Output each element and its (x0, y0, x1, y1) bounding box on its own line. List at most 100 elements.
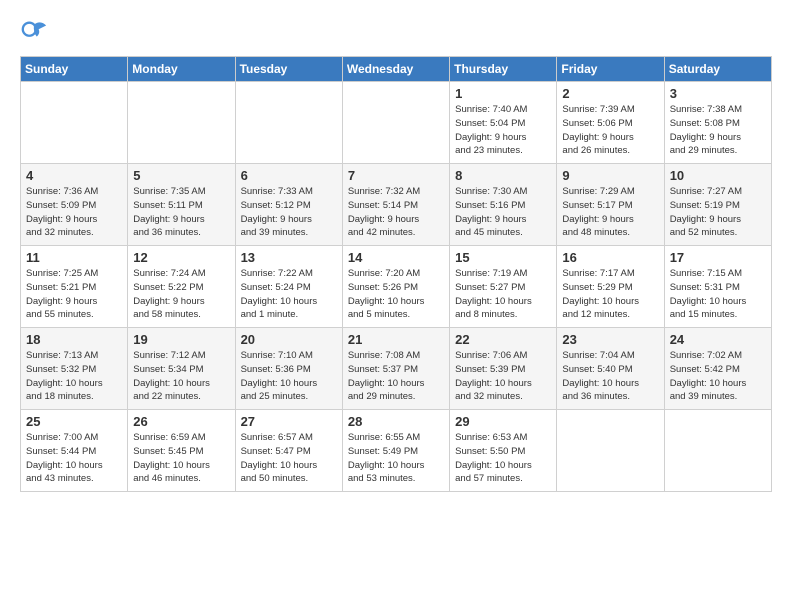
day-number: 20 (241, 332, 337, 347)
day-info: Sunrise: 7:19 AM Sunset: 5:27 PM Dayligh… (455, 267, 551, 322)
calendar-cell: 2 Sunrise: 7:39 AM Sunset: 5:06 PM Daylig… (557, 82, 664, 164)
calendar-table: SundayMondayTuesdayWednesdayThursdayFrid… (20, 56, 772, 492)
header-row: SundayMondayTuesdayWednesdayThursdayFrid… (21, 57, 772, 82)
day-number: 6 (241, 168, 337, 183)
day-number: 23 (562, 332, 658, 347)
day-number: 21 (348, 332, 444, 347)
week-row-5: 25 Sunrise: 7:00 AM Sunset: 5:44 PM Dayli… (21, 410, 772, 492)
day-info: Sunrise: 7:08 AM Sunset: 5:37 PM Dayligh… (348, 349, 444, 404)
day-number: 19 (133, 332, 229, 347)
day-info: Sunrise: 7:25 AM Sunset: 5:21 PM Dayligh… (26, 267, 122, 322)
day-number: 1 (455, 86, 551, 101)
day-number: 27 (241, 414, 337, 429)
calendar-cell: 15 Sunrise: 7:19 AM Sunset: 5:27 PM Dayli… (450, 246, 557, 328)
calendar-cell: 28 Sunrise: 6:55 AM Sunset: 5:49 PM Dayli… (342, 410, 449, 492)
day-number: 25 (26, 414, 122, 429)
day-info: Sunrise: 7:20 AM Sunset: 5:26 PM Dayligh… (348, 267, 444, 322)
day-info: Sunrise: 6:59 AM Sunset: 5:45 PM Dayligh… (133, 431, 229, 486)
day-info: Sunrise: 7:12 AM Sunset: 5:34 PM Dayligh… (133, 349, 229, 404)
day-number: 17 (670, 250, 766, 265)
day-number: 22 (455, 332, 551, 347)
calendar-cell: 22 Sunrise: 7:06 AM Sunset: 5:39 PM Dayli… (450, 328, 557, 410)
day-number: 26 (133, 414, 229, 429)
day-number: 2 (562, 86, 658, 101)
calendar-cell: 26 Sunrise: 6:59 AM Sunset: 5:45 PM Dayli… (128, 410, 235, 492)
calendar-cell: 18 Sunrise: 7:13 AM Sunset: 5:32 PM Dayli… (21, 328, 128, 410)
day-info: Sunrise: 6:55 AM Sunset: 5:49 PM Dayligh… (348, 431, 444, 486)
header-cell-tuesday: Tuesday (235, 57, 342, 82)
day-number: 10 (670, 168, 766, 183)
day-info: Sunrise: 7:30 AM Sunset: 5:16 PM Dayligh… (455, 185, 551, 240)
day-number: 11 (26, 250, 122, 265)
day-info: Sunrise: 6:53 AM Sunset: 5:50 PM Dayligh… (455, 431, 551, 486)
calendar-cell: 11 Sunrise: 7:25 AM Sunset: 5:21 PM Dayli… (21, 246, 128, 328)
day-info: Sunrise: 7:32 AM Sunset: 5:14 PM Dayligh… (348, 185, 444, 240)
day-info: Sunrise: 7:36 AM Sunset: 5:09 PM Dayligh… (26, 185, 122, 240)
day-number: 8 (455, 168, 551, 183)
header-cell-sunday: Sunday (21, 57, 128, 82)
day-info: Sunrise: 7:35 AM Sunset: 5:11 PM Dayligh… (133, 185, 229, 240)
week-row-3: 11 Sunrise: 7:25 AM Sunset: 5:21 PM Dayli… (21, 246, 772, 328)
day-info: Sunrise: 7:22 AM Sunset: 5:24 PM Dayligh… (241, 267, 337, 322)
day-number: 9 (562, 168, 658, 183)
calendar-cell (557, 410, 664, 492)
day-info: Sunrise: 7:10 AM Sunset: 5:36 PM Dayligh… (241, 349, 337, 404)
calendar-cell: 7 Sunrise: 7:32 AM Sunset: 5:14 PM Daylig… (342, 164, 449, 246)
calendar-cell: 1Sunrise: 7:40 AM Sunset: 5:04 PM Daylig… (450, 82, 557, 164)
day-info: Sunrise: 7:17 AM Sunset: 5:29 PM Dayligh… (562, 267, 658, 322)
calendar-cell (21, 82, 128, 164)
header-cell-monday: Monday (128, 57, 235, 82)
day-info: Sunrise: 7:13 AM Sunset: 5:32 PM Dayligh… (26, 349, 122, 404)
week-row-1: 1Sunrise: 7:40 AM Sunset: 5:04 PM Daylig… (21, 82, 772, 164)
day-number: 18 (26, 332, 122, 347)
header-cell-thursday: Thursday (450, 57, 557, 82)
calendar-cell: 14Sunrise: 7:20 AM Sunset: 5:26 PM Dayli… (342, 246, 449, 328)
day-number: 5 (133, 168, 229, 183)
day-info: Sunrise: 7:06 AM Sunset: 5:39 PM Dayligh… (455, 349, 551, 404)
calendar-cell: 13 Sunrise: 7:22 AM Sunset: 5:24 PM Dayli… (235, 246, 342, 328)
calendar-cell: 3 Sunrise: 7:38 AM Sunset: 5:08 PM Daylig… (664, 82, 771, 164)
header (20, 18, 772, 46)
day-info: Sunrise: 7:29 AM Sunset: 5:17 PM Dayligh… (562, 185, 658, 240)
calendar-cell: 16Sunrise: 7:17 AM Sunset: 5:29 PM Dayli… (557, 246, 664, 328)
day-number: 28 (348, 414, 444, 429)
calendar-cell (664, 410, 771, 492)
calendar-cell: 12 Sunrise: 7:24 AM Sunset: 5:22 PM Dayli… (128, 246, 235, 328)
day-info: Sunrise: 6:57 AM Sunset: 5:47 PM Dayligh… (241, 431, 337, 486)
calendar-cell (235, 82, 342, 164)
day-info: Sunrise: 7:15 AM Sunset: 5:31 PM Dayligh… (670, 267, 766, 322)
header-cell-wednesday: Wednesday (342, 57, 449, 82)
logo-icon (20, 18, 48, 46)
day-info: Sunrise: 7:27 AM Sunset: 5:19 PM Dayligh… (670, 185, 766, 240)
calendar-cell: 23 Sunrise: 7:04 AM Sunset: 5:40 PM Dayli… (557, 328, 664, 410)
calendar-cell (342, 82, 449, 164)
calendar-cell: 27 Sunrise: 6:57 AM Sunset: 5:47 PM Dayli… (235, 410, 342, 492)
day-number: 7 (348, 168, 444, 183)
calendar-cell: 5 Sunrise: 7:35 AM Sunset: 5:11 PM Daylig… (128, 164, 235, 246)
calendar-cell: 6 Sunrise: 7:33 AM Sunset: 5:12 PM Daylig… (235, 164, 342, 246)
week-row-2: 4Sunrise: 7:36 AM Sunset: 5:09 PM Daylig… (21, 164, 772, 246)
calendar-cell: 9 Sunrise: 7:29 AM Sunset: 5:17 PM Daylig… (557, 164, 664, 246)
day-info: Sunrise: 7:38 AM Sunset: 5:08 PM Dayligh… (670, 103, 766, 158)
page: SundayMondayTuesdayWednesdayThursdayFrid… (0, 0, 792, 502)
day-number: 24 (670, 332, 766, 347)
day-info: Sunrise: 7:39 AM Sunset: 5:06 PM Dayligh… (562, 103, 658, 158)
day-info: Sunrise: 7:02 AM Sunset: 5:42 PM Dayligh… (670, 349, 766, 404)
day-number: 29 (455, 414, 551, 429)
calendar-cell: 4Sunrise: 7:36 AM Sunset: 5:09 PM Daylig… (21, 164, 128, 246)
day-info: Sunrise: 7:33 AM Sunset: 5:12 PM Dayligh… (241, 185, 337, 240)
day-number: 13 (241, 250, 337, 265)
calendar-cell (128, 82, 235, 164)
week-row-4: 18 Sunrise: 7:13 AM Sunset: 5:32 PM Dayli… (21, 328, 772, 410)
day-number: 15 (455, 250, 551, 265)
calendar-cell: 24 Sunrise: 7:02 AM Sunset: 5:42 PM Dayli… (664, 328, 771, 410)
calendar-cell: 10 Sunrise: 7:27 AM Sunset: 5:19 PM Dayli… (664, 164, 771, 246)
day-info: Sunrise: 7:24 AM Sunset: 5:22 PM Dayligh… (133, 267, 229, 322)
day-number: 3 (670, 86, 766, 101)
calendar-cell: 20 Sunrise: 7:10 AM Sunset: 5:36 PM Dayli… (235, 328, 342, 410)
day-info: Sunrise: 7:00 AM Sunset: 5:44 PM Dayligh… (26, 431, 122, 486)
day-number: 12 (133, 250, 229, 265)
calendar-cell: 29 Sunrise: 6:53 AM Sunset: 5:50 PM Dayli… (450, 410, 557, 492)
calendar-cell: 25 Sunrise: 7:00 AM Sunset: 5:44 PM Dayli… (21, 410, 128, 492)
day-info: Sunrise: 7:04 AM Sunset: 5:40 PM Dayligh… (562, 349, 658, 404)
